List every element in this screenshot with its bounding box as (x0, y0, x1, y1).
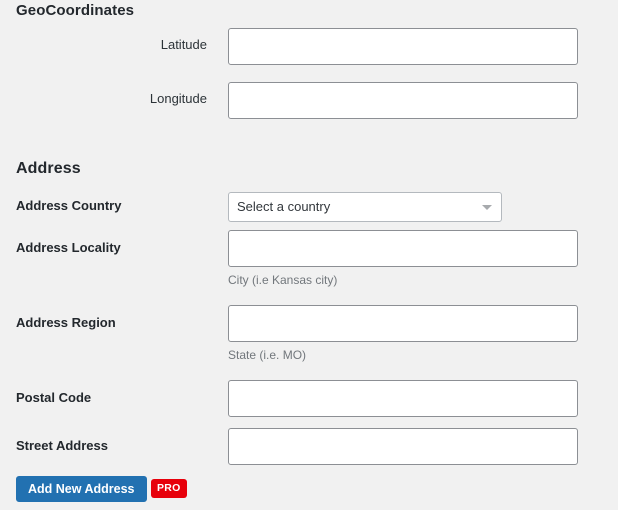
street-address-label: Street Address (16, 438, 108, 453)
add-new-address-button[interactable]: Add New Address (16, 476, 147, 502)
postal-code-input[interactable] (228, 380, 578, 417)
latitude-input[interactable] (228, 28, 578, 65)
address-locality-label: Address Locality (16, 240, 121, 255)
address-region-help-text: State (i.e. MO) (228, 348, 307, 362)
address-heading: Address (16, 160, 81, 177)
address-country-label: Address Country (16, 198, 122, 213)
longitude-label: Longitude (149, 91, 207, 106)
address-locality-help-text: City (i.e Kansas city) (228, 273, 338, 287)
postal-code-label: Postal Code (16, 390, 92, 405)
chevron-down-icon (482, 205, 492, 210)
address-country-select[interactable]: Select a country (228, 192, 502, 222)
address-region-label: Address Region (16, 315, 116, 330)
longitude-input[interactable] (228, 82, 578, 119)
latitude-label: Latitude (160, 37, 207, 52)
street-address-input[interactable] (228, 428, 578, 465)
pro-badge: PRO (151, 479, 187, 498)
address-region-input[interactable] (228, 305, 578, 342)
geocoordinates-heading: GeoCoordinates (16, 2, 135, 19)
address-locality-input[interactable] (228, 230, 578, 267)
address-settings-panel: GeoCoordinates Latitude Longitude Addres… (0, 0, 618, 510)
address-country-selected-value: Select a country (237, 199, 331, 214)
